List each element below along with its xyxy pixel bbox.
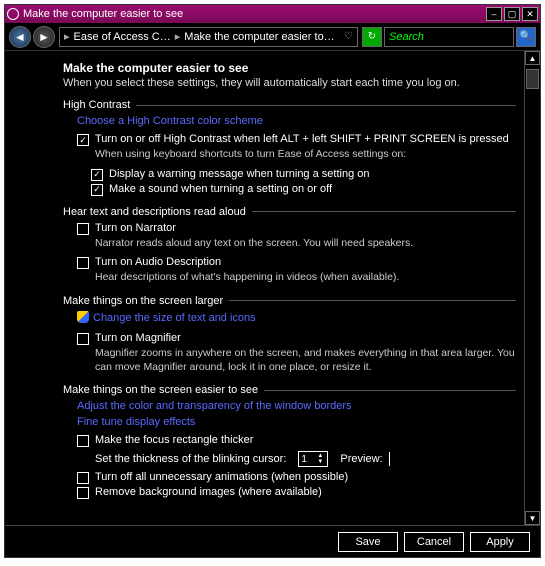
- checkbox-narrator[interactable]: [77, 223, 89, 235]
- checkbox-bg-images[interactable]: [77, 487, 89, 499]
- checkbox-label: Make the focus rectangle thicker: [95, 434, 253, 446]
- checkbox-label: Turn on Narrator: [95, 222, 176, 234]
- favorite-icon[interactable]: ♡: [344, 31, 353, 42]
- group-hear: Hear text and descriptions read aloud Tu…: [63, 206, 516, 285]
- close-button[interactable]: ✕: [522, 7, 538, 21]
- checkbox-magnifier[interactable]: [77, 333, 89, 345]
- checkbox-focus-rect[interactable]: [77, 435, 89, 447]
- scroll-up-button[interactable]: ▲: [525, 51, 540, 65]
- text: When using keyboard shortcuts to turn Ea…: [95, 148, 516, 162]
- navbar: ◄ ► ▸ Ease of Access C… ▸ Make the compu…: [5, 23, 540, 51]
- group-high-contrast: High Contrast Choose a High Contrast col…: [63, 99, 516, 196]
- search-input[interactable]: Search: [384, 27, 514, 47]
- titlebar: Make the computer easier to see – ▢ ✕: [5, 5, 540, 23]
- link-text-size[interactable]: Change the size of text and icons: [93, 312, 256, 324]
- content: Make the computer easier to see When you…: [5, 51, 524, 525]
- description: Narrator reads aloud any text on the scr…: [95, 237, 516, 251]
- maximize-button[interactable]: ▢: [504, 7, 520, 21]
- scrollbar[interactable]: ▲ ▼: [524, 51, 540, 525]
- link-display-effects[interactable]: Fine tune display effects: [77, 416, 195, 428]
- checkbox-hc-toggle[interactable]: [77, 134, 89, 146]
- page-title: Make the computer easier to see: [63, 61, 516, 75]
- checkbox-sound[interactable]: [91, 184, 103, 196]
- group-title: Make things on the screen easier to see: [63, 384, 258, 396]
- shield-icon: [77, 311, 89, 323]
- search-button[interactable]: 🔍: [516, 27, 536, 47]
- back-button[interactable]: ◄: [9, 26, 31, 48]
- window-title: Make the computer easier to see: [23, 8, 486, 20]
- minimize-button[interactable]: –: [486, 7, 502, 21]
- description: Magnifier zooms in anywhere on the scree…: [95, 347, 516, 374]
- group-larger: Make things on the screen larger Change …: [63, 295, 516, 374]
- description: Hear descriptions of what's happening in…: [95, 271, 516, 285]
- refresh-button[interactable]: ↻: [362, 27, 382, 47]
- app-icon: [7, 8, 19, 20]
- footer: Save Cancel Apply: [5, 525, 540, 557]
- group-title: Hear text and descriptions read aloud: [63, 206, 246, 218]
- cursor-label: Set the thickness of the blinking cursor…: [95, 453, 286, 465]
- cursor-thickness-input[interactable]: 1 ▲▼: [298, 451, 328, 467]
- checkbox-audio-description[interactable]: [77, 257, 89, 269]
- link-choose-contrast[interactable]: Choose a High Contrast color scheme: [77, 115, 263, 127]
- link-window-borders[interactable]: Adjust the color and transparency of the…: [77, 400, 352, 412]
- checkbox-label: Display a warning message when turning a…: [109, 168, 369, 180]
- checkbox-label: Turn off all unnecessary animations (whe…: [95, 471, 348, 483]
- save-button[interactable]: Save: [338, 532, 398, 552]
- cancel-button[interactable]: Cancel: [404, 532, 464, 552]
- breadcrumb[interactable]: Ease of Access C…: [74, 31, 171, 43]
- group-title: High Contrast: [63, 99, 130, 111]
- checkbox-label: Turn on Magnifier: [95, 332, 181, 344]
- checkbox-label: Remove background images (where availabl…: [95, 486, 322, 498]
- checkbox-animations[interactable]: [77, 472, 89, 484]
- cursor-preview: [389, 452, 390, 466]
- checkbox-label: Turn on or off High Contrast when left A…: [95, 133, 509, 145]
- scroll-down-button[interactable]: ▼: [525, 511, 540, 525]
- page-subtitle: When you select these settings, they wil…: [63, 77, 516, 89]
- checkbox-label: Make a sound when turning a setting on o…: [109, 183, 332, 195]
- forward-button[interactable]: ►: [33, 26, 55, 48]
- address-bar[interactable]: ▸ Ease of Access C… ▸ Make the computer …: [59, 27, 358, 47]
- group-title: Make things on the screen larger: [63, 295, 223, 307]
- checkbox-warning[interactable]: [91, 169, 103, 181]
- breadcrumb[interactable]: Make the computer easier to…: [184, 31, 334, 43]
- apply-button[interactable]: Apply: [470, 532, 530, 552]
- spin-down[interactable]: ▼: [315, 459, 325, 465]
- checkbox-label: Turn on Audio Description: [95, 256, 221, 268]
- group-easier: Make things on the screen easier to see …: [63, 384, 516, 499]
- scroll-thumb[interactable]: [526, 69, 539, 89]
- preview-label: Preview:: [340, 453, 382, 465]
- window: Make the computer easier to see – ▢ ✕ ◄ …: [4, 4, 541, 558]
